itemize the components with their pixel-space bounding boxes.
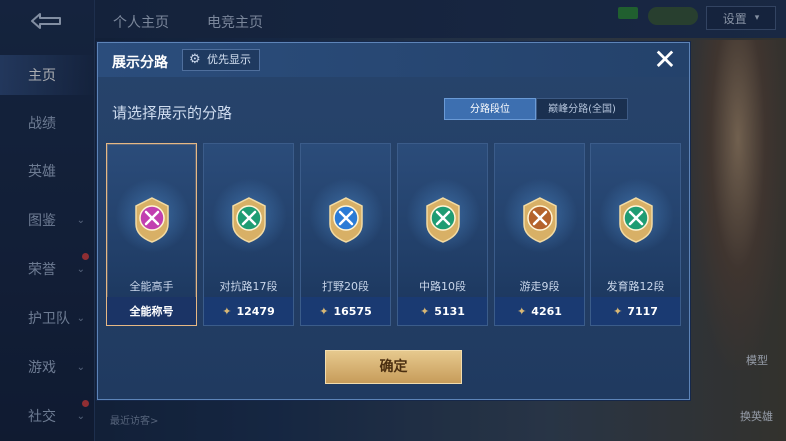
priority-display-button[interactable]: ⚙ 优先显示 (182, 49, 260, 71)
priority-label: 优先显示 (207, 53, 251, 66)
role-card-footer: ✦ 4261 (495, 297, 584, 325)
display-role-modal: 展示分路 ⚙ 优先显示 ✕ 请选择展示的分路 分路段位 巅峰分路(全国) 全能高… (97, 42, 690, 400)
power-icon: ✦ (420, 304, 430, 318)
role-card-footer: ✦ 16575 (301, 297, 390, 325)
gear-icon: ⚙ (189, 52, 201, 67)
modal-subtitle: 请选择展示的分路 (112, 104, 233, 122)
role-rank-label: 打野20段 (322, 280, 369, 293)
role-card-footer: ✦ 12479 (204, 297, 293, 325)
rank-emblem-icon (326, 196, 366, 244)
role-rank-label: 对抗路17段 (219, 280, 278, 293)
role-card-footer: ✦ 5131 (398, 297, 487, 325)
power-icon: ✦ (613, 304, 623, 318)
title-label: 全能称号 (129, 305, 174, 318)
role-card[interactable]: 中路10段 ✦ 5131 (397, 143, 488, 326)
role-card[interactable]: 对抗路17段 ✦ 12479 (203, 143, 294, 326)
power-value: 12479 (236, 304, 275, 318)
power-icon: ✦ (222, 304, 232, 318)
role-rank-label: 游走9段 (519, 280, 560, 293)
role-rank-label: 发育路12段 (606, 280, 665, 293)
rank-emblem-icon (132, 196, 172, 244)
power-value: 7117 (627, 304, 658, 318)
role-rank-label: 中路10段 (419, 280, 466, 293)
modal-title: 展示分路 (112, 55, 168, 71)
tab-role-rank[interactable]: 分路段位 (444, 98, 536, 120)
confirm-button[interactable]: 确定 (325, 350, 462, 384)
rank-emblem-icon (616, 196, 656, 244)
role-card[interactable]: 全能高手 全能称号 (106, 143, 197, 326)
role-card[interactable]: 打野20段 ✦ 16575 (300, 143, 391, 326)
power-value: 5131 (434, 304, 465, 318)
power-value: 4261 (531, 304, 562, 318)
role-card[interactable]: 发育路12段 ✦ 7117 (590, 143, 681, 326)
tab-peak-role-national[interactable]: 巅峰分路(全国) (536, 98, 628, 120)
power-icon: ✦ (517, 304, 527, 318)
rank-emblem-icon (520, 196, 560, 244)
role-card-footer: 全能称号 (107, 297, 196, 325)
rank-emblem-icon (423, 196, 463, 244)
power-icon: ✦ (319, 304, 329, 318)
role-rank-label: 全能高手 (129, 280, 174, 293)
power-value: 16575 (333, 304, 372, 318)
close-icon[interactable]: ✕ (651, 46, 679, 75)
role-card[interactable]: 游走9段 ✦ 4261 (494, 143, 585, 326)
rank-emblem-icon (229, 196, 269, 244)
role-card-footer: ✦ 7117 (591, 297, 680, 325)
